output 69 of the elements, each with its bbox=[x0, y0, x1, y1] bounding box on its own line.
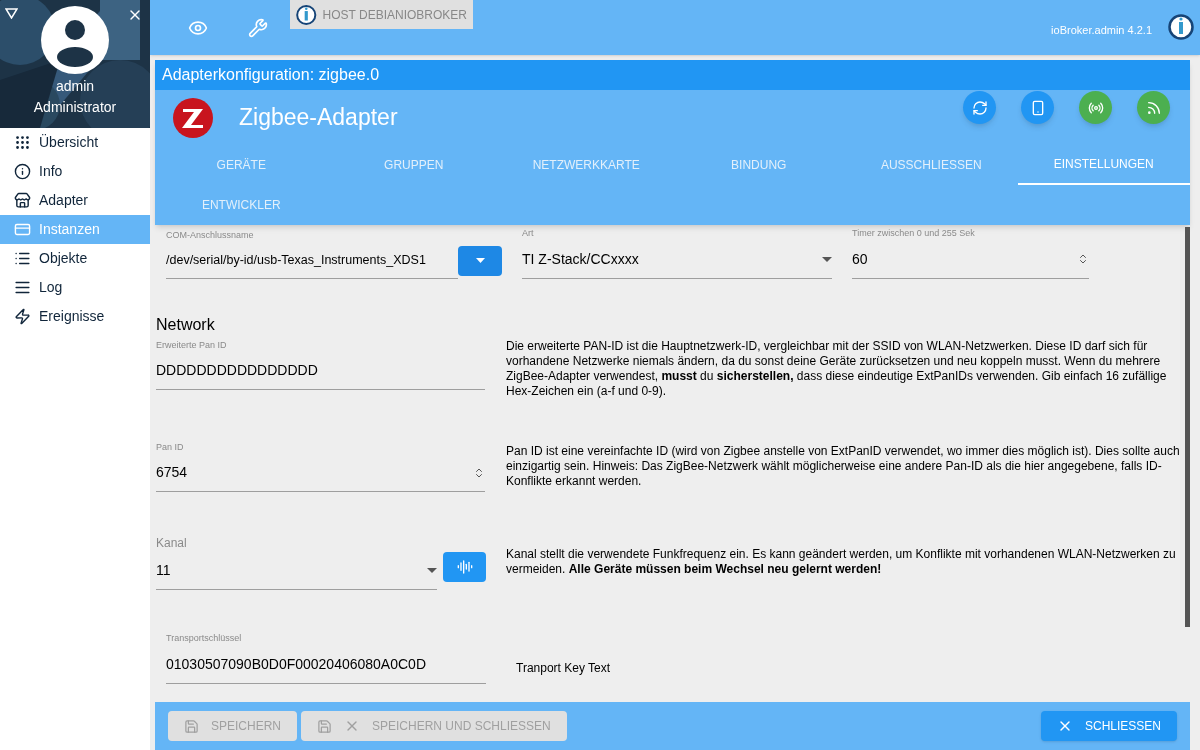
lines-icon bbox=[14, 279, 31, 296]
avatar-icon bbox=[41, 6, 109, 74]
field-value: /dev/serial/by-id/usb-Texas_Instruments_XDS1 bbox=[166, 251, 426, 269]
field-label: Art bbox=[522, 227, 535, 240]
host-name: HOST DEBIANIOBROKER bbox=[322, 6, 467, 24]
action-button[interactable] bbox=[1137, 91, 1170, 124]
version-text: ioBroker.admin 4.2.1 bbox=[1051, 23, 1152, 38]
zigbee-logo-icon bbox=[172, 96, 214, 139]
dropdown-arrow-icon[interactable] bbox=[822, 256, 832, 262]
refresh-icon bbox=[971, 99, 988, 116]
action-button[interactable] bbox=[1021, 91, 1054, 124]
sidebar-item[interactable]: Adapter bbox=[0, 186, 150, 215]
field-label: Pan ID bbox=[156, 440, 185, 454]
save-icon bbox=[317, 718, 332, 734]
dialog-title: Adapterkonfiguration: zigbee.0 bbox=[155, 60, 1190, 90]
list-icon bbox=[14, 250, 31, 267]
adapter-name: Zigbee-Adapter bbox=[239, 103, 398, 133]
wrench-icon[interactable] bbox=[248, 18, 268, 38]
caret-icon bbox=[475, 258, 485, 263]
input-field[interactable]: Art TI Z-Stack/CCxxxx bbox=[522, 227, 832, 279]
scan-button[interactable] bbox=[443, 552, 486, 582]
card-icon bbox=[14, 221, 31, 238]
field-description: Tranport Key Text bbox=[516, 660, 612, 677]
sound-wave-icon bbox=[456, 559, 473, 575]
dropdown-button[interactable] bbox=[458, 245, 502, 276]
field-description: Die erweiterte PAN-ID ist die Hauptnetzwerk-ID, vergleichbar mit der SSID von WLAN-Netzwerken. Diese ID darf sich für vorhandene Netzwerke niemals ändern, da du sonst deine Geräte zurücksetzen und neu koppeln musst. Wenn du mehrere ZigBee-Adapter verwendest, musst du sicherstellen, dass diese eindeutige ExtPanIDs verwenden. Gib einfach 16 zufällige Hex-Zeichen ein (a-f und 0-9). bbox=[506, 338, 1168, 399]
action-button[interactable] bbox=[963, 91, 996, 124]
logo-icon bbox=[1168, 14, 1194, 40]
triangle-icon[interactable] bbox=[5, 8, 18, 19]
field-value: DDDDDDDDDDDDDDDD bbox=[156, 361, 318, 380]
sidebar-item[interactable]: Ereignisse bbox=[0, 302, 150, 331]
spinner-icon[interactable] bbox=[1077, 253, 1089, 265]
bolt-icon bbox=[14, 308, 31, 325]
logo-icon bbox=[296, 3, 317, 26]
section-heading: Network bbox=[156, 314, 216, 335]
store-icon bbox=[14, 192, 31, 209]
user-role: Administrator bbox=[33, 98, 117, 117]
grid-icon bbox=[14, 134, 31, 151]
user-name: admin bbox=[55, 77, 95, 96]
field-label: Transportschlüssel bbox=[166, 632, 243, 645]
field-value: 01030507090B0D0F00020406080A0C0D bbox=[166, 654, 426, 674]
sidebar-item[interactable]: Objekte bbox=[0, 244, 150, 273]
input-field[interactable]: Timer zwischen 0 und 255 Sek 60 bbox=[852, 227, 1089, 279]
field-value: 60 bbox=[852, 249, 868, 269]
field-label: Erweiterte Pan ID bbox=[156, 338, 228, 352]
field-value: 11 bbox=[156, 561, 171, 580]
action-button[interactable] bbox=[1079, 91, 1112, 124]
sidebar-item[interactable]: Info bbox=[0, 157, 150, 186]
field-value: TI Z-Stack/CCxxxx bbox=[522, 249, 639, 269]
info-icon bbox=[14, 163, 31, 180]
sidebar-item[interactable]: Übersicht bbox=[0, 128, 150, 157]
field-description: Pan ID ist eine vereinfachte ID (wird von Zigbee anstelle von ExtPanID verwendet, wo immer dies möglich ist). Dies sollte auch einzigartig sein. Hinweis: Das ZigBee-Netzwerk wählt möglicherweise eine andere Pan-ID als die hier angegebene, falls ID-Konflikte erkannt werden. bbox=[506, 443, 1181, 489]
eye-icon[interactable] bbox=[188, 18, 208, 38]
input-field[interactable]: Kanal 11 bbox=[156, 534, 438, 590]
spinner-icon[interactable] bbox=[473, 466, 485, 479]
signal-icon bbox=[1145, 99, 1162, 116]
save-icon bbox=[184, 718, 199, 734]
field-label: Timer zwischen 0 und 255 Sek bbox=[852, 227, 976, 240]
sidebar-item[interactable]: Log bbox=[0, 273, 150, 302]
input-field[interactable]: Pan ID 6754 bbox=[156, 440, 485, 492]
field-label: COM-Anschlussname bbox=[166, 229, 255, 243]
input-field[interactable]: Erweiterte Pan ID DDDDDDDDDDDDDDDD bbox=[156, 338, 485, 390]
field-description: Kanal stellt die verwendete Funkfrequenz ein. Es kann geändert werden, um Konflikte mit vorhandenen WLAN-Netzwerken zu vermeiden. Alle Geräte müssen beim Wechsel neu gelernt werden! bbox=[506, 547, 1177, 577]
field-label: Kanal bbox=[156, 535, 188, 552]
input-field[interactable]: COM-Anschlussname /dev/serial/by-id/usb-Texas_Instruments_XDS1 bbox=[166, 229, 458, 279]
input-field[interactable]: Transportschlüssel 01030507090B0D0F00020406080A0C0D bbox=[166, 632, 486, 684]
scrollbar[interactable] bbox=[1185, 227, 1190, 627]
field-value: 6754 bbox=[156, 463, 188, 482]
dropdown-arrow-icon[interactable] bbox=[427, 568, 438, 573]
